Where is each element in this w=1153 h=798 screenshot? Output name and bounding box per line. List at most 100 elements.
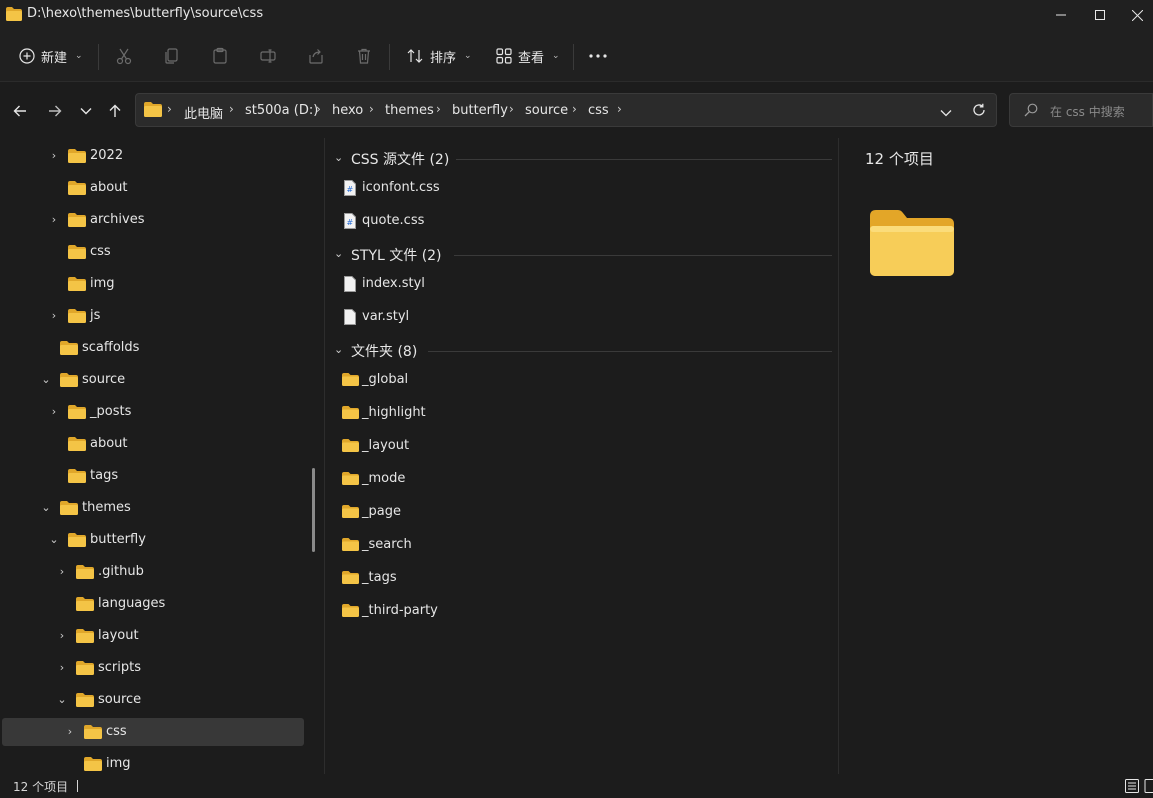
breadcrumb-hexo[interactable]: hexo [332,103,363,118]
nav-item-source[interactable]: ⌄ source [2,366,304,394]
chevron-right-icon[interactable]: › [64,724,76,738]
nav-item-css-selected[interactable]: › css [2,718,304,746]
folder-item-layout[interactable]: _layout [340,432,820,460]
close-button[interactable] [1114,0,1153,30]
chevron-right-icon[interactable]: › [48,148,60,162]
chevron-down-icon[interactable]: ⌄ [40,500,52,514]
nav-item-about[interactable]: about [2,174,304,202]
nav-item-languages[interactable]: languages [2,590,304,618]
tiles-view-icon[interactable] [1144,778,1153,794]
folder-item-page[interactable]: _page [340,498,820,526]
new-button[interactable]: 新建 ⌄ [19,42,83,70]
breadcrumb-this-pc[interactable]: 此电脑 [184,103,223,122]
nav-item-archives[interactable]: › archives [2,206,304,234]
copy-icon[interactable] [161,45,183,67]
css-file-icon: # [344,213,356,233]
arrow-right-icon [49,105,62,117]
file-name: _layout [362,438,410,453]
breadcrumb-separator-icon[interactable]: › [572,102,577,116]
file-name: _global [362,372,409,387]
folder-item-tags[interactable]: _tags [340,564,820,592]
chevron-right-icon[interactable]: › [48,404,60,418]
breadcrumb-separator-icon[interactable]: › [316,102,321,116]
folder-item-global[interactable]: _global [340,366,820,394]
nav-item-source[interactable]: ⌄ source [2,686,304,714]
view-grid-icon [496,48,512,64]
nav-item-label: layout [98,628,139,643]
file-item-index-styl[interactable]: index.styl [340,270,820,298]
chevron-right-icon[interactable]: › [56,628,68,642]
chevron-down-icon[interactable]: ⌄ [48,532,60,546]
file-item-var-styl[interactable]: var.styl [340,303,820,331]
breadcrumb-drive[interactable]: st500a (D:) [245,103,318,118]
nav-item-scripts[interactable]: › scripts [2,654,304,682]
nav-item-layout[interactable]: › layout [2,622,304,650]
nav-item-label: css [90,244,111,259]
share-icon[interactable] [305,45,327,67]
paste-icon[interactable] [209,45,231,67]
folder-item-search[interactable]: _search [340,531,820,559]
search-input[interactable]: 在 css 中搜索 [1009,93,1153,127]
breadcrumb-separator-icon[interactable]: › [229,102,234,116]
folder-icon [68,277,86,295]
nav-item-js[interactable]: › js [2,302,304,330]
status-item-count: 12 个项目 [13,780,69,794]
group-header-css[interactable]: ⌄ CSS 源文件 (2) [330,147,832,169]
more-icon[interactable] [587,45,609,67]
breadcrumb-css[interactable]: css [588,103,609,118]
breadcrumb-separator-icon[interactable]: › [509,102,514,116]
navigation-scrollbar[interactable] [312,468,315,552]
forward-button[interactable] [44,100,66,122]
folder-icon [68,533,86,551]
breadcrumb-separator-icon[interactable]: › [369,102,374,116]
folder-item-third-party[interactable]: _third-party [340,597,820,625]
address-bar[interactable]: › 此电脑 › st500a (D:) › hexo › themes › bu… [135,93,997,127]
delete-icon[interactable] [353,45,375,67]
chevron-right-icon[interactable]: › [56,564,68,578]
refresh-icon[interactable] [972,103,986,121]
nav-item-about[interactable]: about [2,430,304,458]
details-view-icon[interactable] [1124,778,1140,794]
nav-item-img[interactable]: img [2,750,304,774]
status-divider [77,780,78,792]
recent-locations-button[interactable] [75,100,97,122]
chevron-down-icon[interactable]: ⌄ [40,372,52,386]
pane-divider[interactable] [324,138,325,774]
nav-item-tags[interactable]: tags [2,462,304,490]
back-button[interactable] [9,100,31,122]
address-history-chevron-icon[interactable] [940,106,952,121]
group-header-styl[interactable]: ⌄ STYL 文件 (2) [330,243,832,265]
nav-item-img[interactable]: img [2,270,304,298]
view-button[interactable]: 查看 ⌄ [496,42,560,70]
nav-item-label: _posts [90,404,132,419]
breadcrumb-source[interactable]: source [525,103,568,118]
nav-item-css[interactable]: css [2,238,304,266]
file-item-quote[interactable]: # quote.css [340,207,820,235]
up-button[interactable] [104,100,126,122]
nav-item-themes[interactable]: ⌄ themes [2,494,304,522]
breadcrumb-butterfly[interactable]: butterfly [452,103,508,118]
cut-icon[interactable] [113,45,135,67]
group-header-folders[interactable]: ⌄ 文件夹 (8) [330,339,832,361]
chevron-down-icon[interactable]: ⌄ [56,692,68,706]
folder-item-mode[interactable]: _mode [340,465,820,493]
chevron-right-icon[interactable]: › [48,212,60,226]
nav-item-butterfly[interactable]: ⌄ butterfly [2,526,304,554]
pane-divider[interactable] [838,138,839,774]
file-item-iconfont[interactable]: # iconfont.css [340,174,820,202]
nav-item-posts[interactable]: › _posts [2,398,304,426]
folder-item-highlight[interactable]: _highlight [340,399,820,427]
nav-item-github[interactable]: › .github [2,558,304,586]
chevron-right-icon[interactable]: › [56,660,68,674]
chevron-right-icon[interactable]: › [48,308,60,322]
breadcrumb-themes[interactable]: themes [385,103,434,118]
arrow-left-icon [13,105,26,117]
rename-icon[interactable] [257,45,279,67]
breadcrumb-separator-icon[interactable]: › [617,102,622,116]
breadcrumb-separator-icon[interactable]: › [436,102,441,116]
nav-item-2022[interactable]: › 2022 [2,142,304,170]
sort-button[interactable]: 排序 ⌄ [406,42,472,70]
folder-icon [342,373,359,390]
nav-item-scaffolds[interactable]: scaffolds [2,334,304,362]
nav-item-label: scripts [98,660,141,675]
